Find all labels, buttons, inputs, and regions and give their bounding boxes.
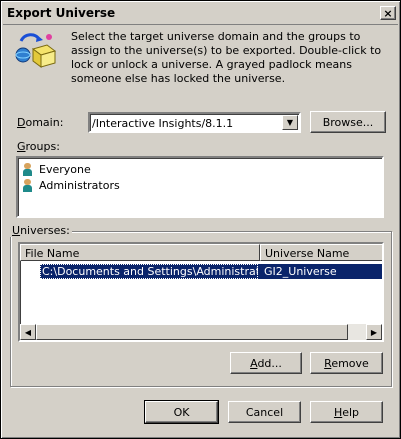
universe-name-cell: GI2_Universe	[258, 264, 382, 279]
browse-button[interactable]: Browse...	[310, 111, 386, 133]
chevron-right-icon: ▶	[370, 327, 378, 337]
export-universe-icon	[13, 31, 57, 69]
table-row[interactable]: C:\Documents and Settings\Administrator.…	[22, 264, 382, 279]
chevron-left-icon: ◀	[24, 327, 32, 337]
title-bar[interactable]: Export Universe ×	[3, 3, 398, 24]
column-header-universe-name[interactable]: Universe Name	[260, 244, 382, 261]
groups-listbox[interactable]: Everyone Administrators	[16, 156, 384, 218]
close-icon: ×	[383, 6, 393, 20]
column-header-file-name[interactable]: File Name	[20, 244, 260, 261]
scroll-right-button[interactable]: ▶	[366, 324, 382, 340]
add-button[interactable]: Add...	[230, 352, 302, 374]
universes-listview[interactable]: File Name Universe Name C:\Documents and…	[18, 242, 384, 342]
group-item-everyone[interactable]: Everyone	[22, 163, 91, 176]
remove-button[interactable]: Remove	[310, 352, 383, 374]
window-title: Export Universe	[7, 6, 116, 20]
user-icon	[22, 163, 33, 176]
cancel-button[interactable]: Cancel	[228, 401, 301, 423]
group-item-administrators[interactable]: Administrators	[22, 179, 120, 192]
scrollbar-thumb[interactable]	[36, 324, 348, 340]
ok-button[interactable]: OK	[144, 400, 219, 424]
user-icon	[22, 179, 33, 192]
domain-combobox[interactable]: /Interactive Insights/8.1.1 ▼	[88, 112, 301, 133]
group-item-label: Administrators	[39, 179, 120, 192]
universes-label: Universes:	[10, 224, 72, 237]
export-universe-dialog: Export Universe × Select the target univ…	[0, 0, 401, 439]
close-button[interactable]: ×	[380, 6, 396, 20]
horizontal-scrollbar[interactable]: ◀ ▶	[20, 324, 382, 340]
combo-dropdown-button[interactable]: ▼	[282, 115, 298, 130]
domain-value: /Interactive Insights/8.1.1	[92, 117, 234, 130]
chevron-down-icon: ▼	[286, 118, 294, 127]
file-name-cell: C:\Documents and Settings\Administrator.…	[40, 264, 258, 279]
title-separator	[3, 24, 398, 25]
domain-label: Domain:	[17, 116, 64, 129]
groups-label: Groups:	[17, 140, 60, 153]
description-text: Select the target universe domain and th…	[71, 30, 382, 85]
group-item-label: Everyone	[39, 163, 91, 176]
scroll-left-button[interactable]: ◀	[20, 324, 36, 340]
help-button[interactable]: Help	[310, 401, 383, 423]
